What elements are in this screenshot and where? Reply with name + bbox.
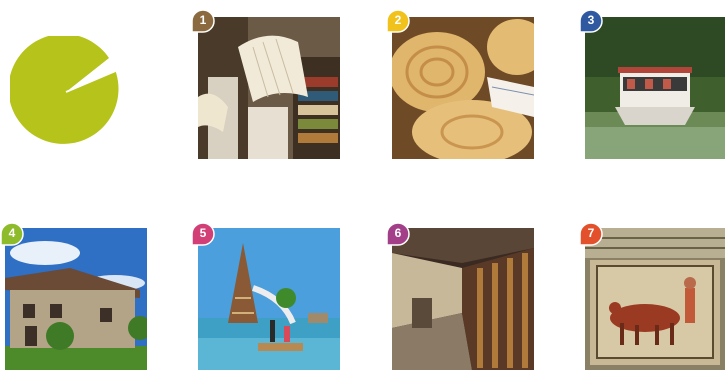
tile-1-pin: 1 xyxy=(191,9,215,33)
mosaic-photo xyxy=(585,228,725,370)
boat-photo xyxy=(585,17,725,159)
tile-3-number: 3 xyxy=(587,13,595,27)
tile-1-number: 1 xyxy=(199,13,207,27)
corridor-photo xyxy=(392,228,534,370)
house-photo xyxy=(5,228,147,370)
tile-5-number: 5 xyxy=(199,226,207,240)
tile-4-number: 4 xyxy=(8,226,16,240)
tile-3-boat[interactable] xyxy=(585,17,725,159)
tile-6-corridor[interactable] xyxy=(392,228,534,370)
tile-7-pin: 7 xyxy=(579,222,603,246)
tile-2-bread[interactable] xyxy=(392,17,534,159)
tile-6-pin: 6 xyxy=(386,222,410,246)
pie-logo-icon xyxy=(8,33,122,148)
tile-5-pin: 5 xyxy=(191,222,215,246)
tile-7-number: 7 xyxy=(587,226,595,240)
books-photo xyxy=(198,17,340,159)
tile-3-pin: 3 xyxy=(579,9,603,33)
tile-4-pin: 4 xyxy=(0,222,24,246)
tile-2-pin: 2 xyxy=(386,9,410,33)
tile-6-number: 6 xyxy=(394,226,402,240)
tile-7-mosaic[interactable] xyxy=(585,228,725,370)
tile-5-water-park[interactable] xyxy=(198,228,340,370)
tile-4-house[interactable] xyxy=(5,228,147,370)
bread-photo xyxy=(392,17,534,159)
park-photo xyxy=(198,228,340,370)
tile-1-books[interactable] xyxy=(198,17,340,159)
tile-2-number: 2 xyxy=(394,13,402,27)
